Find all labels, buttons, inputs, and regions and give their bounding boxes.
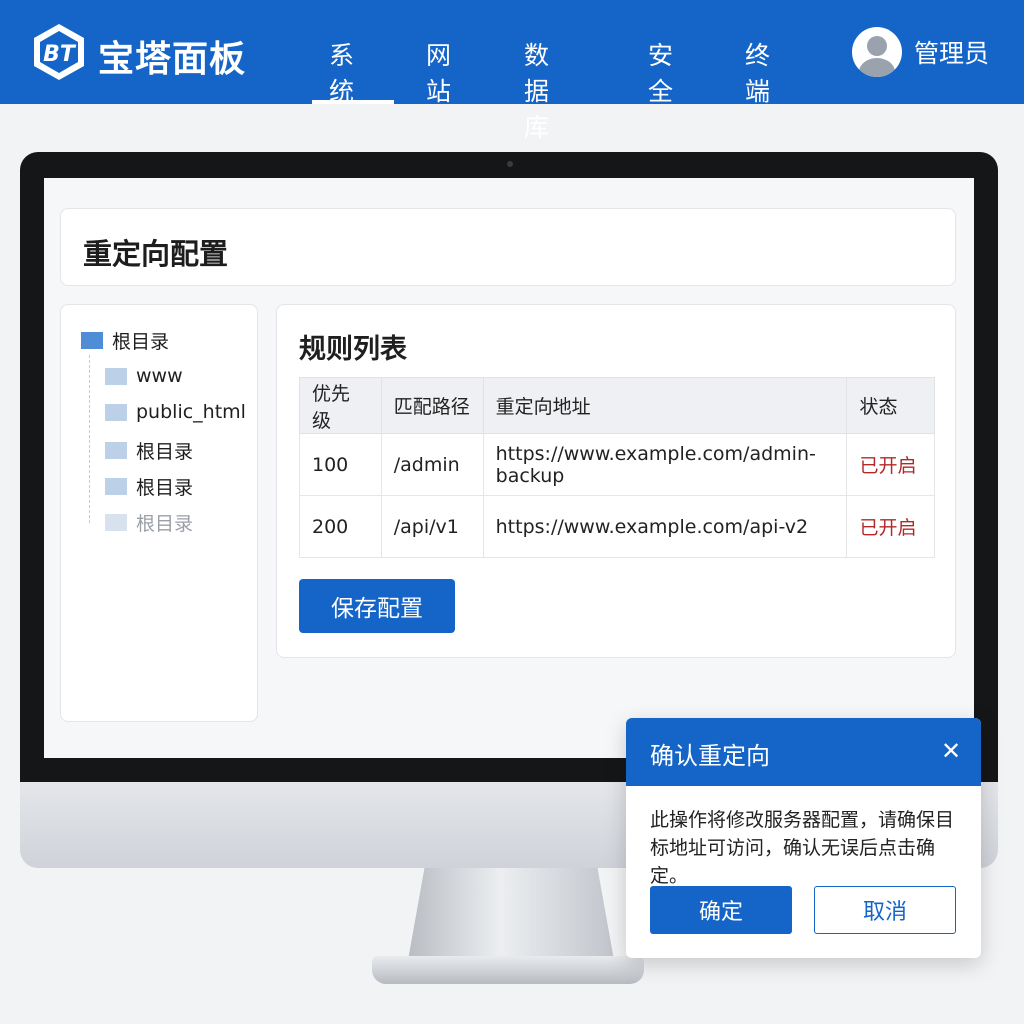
status-badge[interactable]: 已开启: [846, 433, 935, 496]
tree-item-root-3[interactable]: 根目录: [105, 509, 193, 536]
tree-item-label: 根目录: [136, 477, 194, 499]
cell-path: /api/v1: [380, 495, 484, 558]
folder-icon: [105, 367, 127, 385]
top-bar: BT 宝塔面板 系统 网站 数据库 安全 终端 管理员: [0, 0, 1024, 142]
save-config-button[interactable]: 保存配置: [299, 579, 455, 633]
monitor-screen: 重定向配置 根目录 www public_html 根目录 根目录 根目录 规则…: [44, 178, 974, 758]
cell-priority: 200: [299, 495, 382, 558]
column-header-priority: 优先级: [299, 377, 382, 434]
close-icon[interactable]: ✕: [938, 738, 964, 764]
table-row[interactable]: 200 /api/v1 https://www.example.com/api-…: [299, 495, 935, 558]
tree-item-label: www: [136, 365, 183, 387]
folder-icon: [81, 332, 103, 349]
table-header-row: 优先级 匹配路径 重定向地址 状态: [299, 377, 935, 434]
monitor-stand: [408, 868, 614, 960]
rules-panel: 规则列表 优先级 匹配路径 重定向地址 状态 100 /admin https:…: [276, 304, 956, 658]
nav-item-security[interactable]: 安全: [648, 36, 673, 108]
tree-root[interactable]: 根目录: [81, 327, 169, 354]
directory-tree: 根目录 www public_html 根目录 根目录 根目录: [60, 304, 258, 722]
tree-item-root-2[interactable]: 根目录: [105, 473, 193, 500]
user-name: 管理员: [914, 39, 990, 68]
tree-item-public-html[interactable]: public_html: [105, 401, 246, 423]
folder-icon: [105, 442, 127, 459]
nav-item-database[interactable]: 数据库: [524, 36, 549, 144]
folder-icon: [105, 514, 127, 531]
table-row[interactable]: 100 /admin https://www.example.com/admin…: [299, 433, 935, 496]
cell-target: https://www.example.com/api-v2: [482, 495, 848, 558]
dialog-title: 确认重定向: [650, 742, 770, 770]
column-header-target: 重定向地址: [482, 377, 848, 434]
tree-item-label: 根目录: [136, 513, 194, 535]
cell-target: https://www.example.com/admin-backup: [482, 433, 848, 496]
tree-item-root-1[interactable]: 根目录: [105, 437, 193, 464]
nav-item-system[interactable]: 系统: [329, 36, 354, 108]
camera-dot: [507, 161, 513, 167]
avatar-icon: [852, 27, 902, 77]
cell-priority: 100: [299, 433, 382, 496]
page-header-card: 重定向配置: [60, 208, 956, 286]
cancel-button[interactable]: 取消: [814, 886, 956, 934]
column-header-status: 状态: [846, 377, 935, 434]
cell-path: /admin: [380, 433, 484, 496]
confirm-button[interactable]: 确定: [650, 886, 792, 934]
tree-guide-line: [89, 355, 90, 523]
status-badge[interactable]: 已开启: [846, 495, 935, 558]
monitor-base: [372, 956, 644, 984]
tree-item-label: public_html: [136, 401, 246, 423]
folder-icon: [105, 478, 127, 495]
rules-title: 规则列表: [299, 334, 407, 365]
rules-table: 优先级 匹配路径 重定向地址 状态 100 /admin https://www…: [299, 377, 935, 558]
tree-root-label: 根目录: [112, 331, 170, 353]
tree-item-label: 根目录: [136, 441, 194, 463]
column-header-path: 匹配路径: [380, 377, 484, 434]
user-menu[interactable]: 管理员: [852, 26, 989, 78]
dialog-message: 此操作将修改服务器配置，请确保目标地址可访问，确认无误后点击确定。: [650, 809, 955, 887]
page-title: 重定向配置: [83, 237, 229, 271]
bt-logo-icon: BT: [32, 22, 86, 82]
tree-item-www[interactable]: www: [105, 365, 183, 387]
nav-item-website[interactable]: 网站: [426, 36, 451, 108]
nav-active-indicator: [312, 100, 394, 104]
confirm-dialog: 确认重定向 ✕ 此操作将修改服务器配置，请确保目标地址可访问，确认无误后点击确定…: [626, 718, 981, 958]
brand-name: 宝塔面板: [98, 39, 247, 80]
dialog-header: 确认重定向 ✕: [626, 718, 981, 786]
nav-item-terminal[interactable]: 终端: [745, 36, 770, 108]
svg-text:BT: BT: [43, 42, 77, 67]
folder-icon: [105, 403, 127, 421]
